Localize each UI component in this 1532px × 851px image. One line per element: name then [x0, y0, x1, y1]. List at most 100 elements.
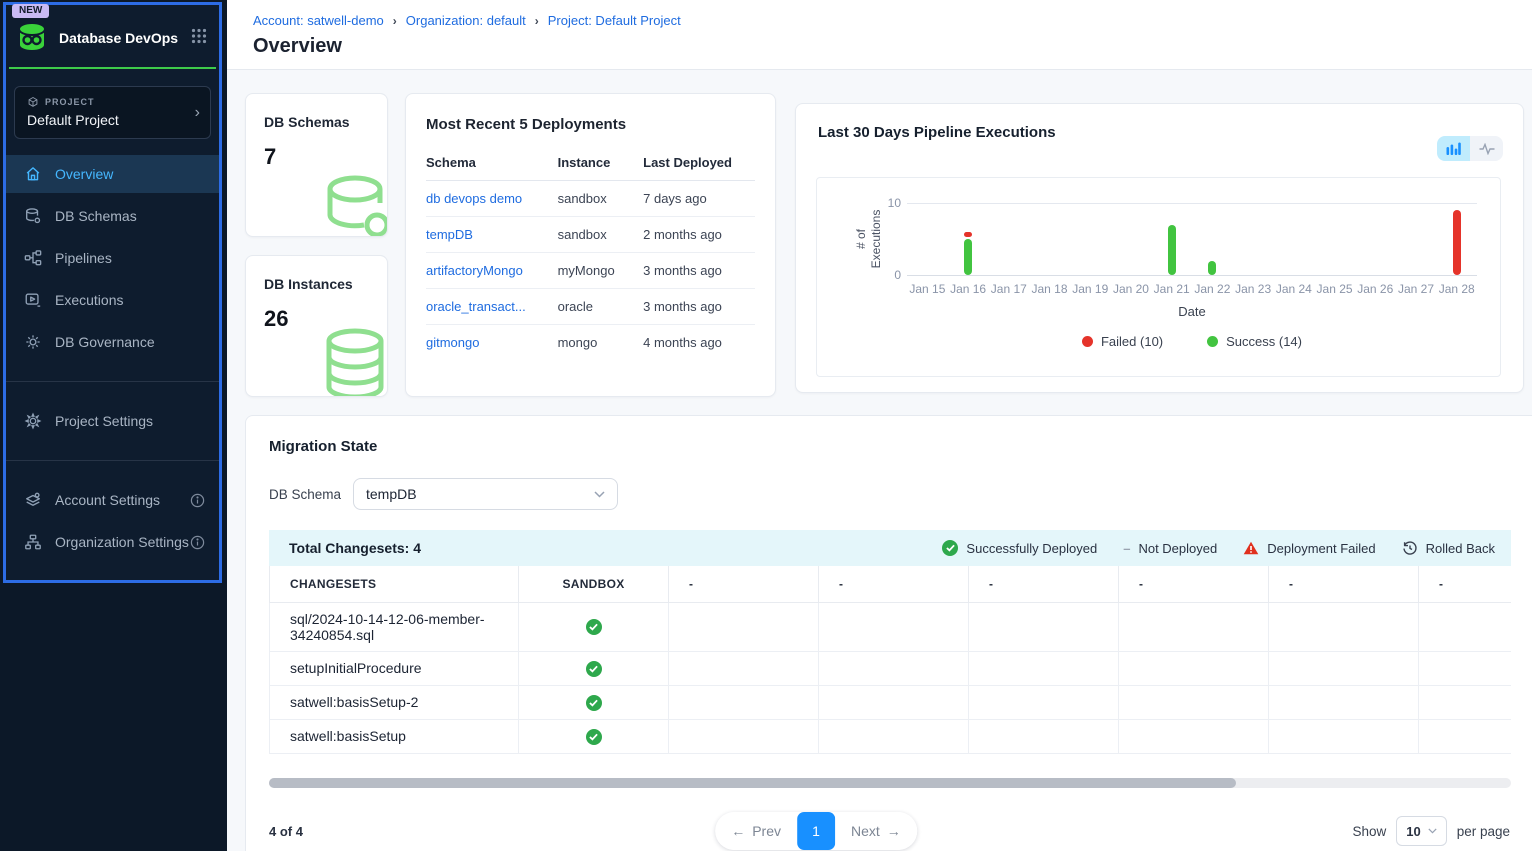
schema-link[interactable]: gitmongo [426, 335, 479, 350]
legend-deployment-failed: Deployment Failed [1243, 541, 1375, 556]
failed-dot-icon [1082, 336, 1093, 347]
sidebar-item-pipelines[interactable]: Pipelines [6, 239, 219, 277]
sidebar-item-label: Executions [55, 292, 123, 308]
per-page-select[interactable]: 10 [1396, 816, 1446, 846]
legend-rolled-back: Rolled Back [1402, 540, 1495, 556]
sidebar-item-db-governance[interactable]: DB Governance [6, 323, 219, 361]
chart-type-toggle [1437, 136, 1503, 161]
schema-link[interactable]: db devops demo [426, 191, 522, 206]
x-tick-label: Jan 17 [988, 282, 1029, 296]
bar-success-jan-21 [1168, 225, 1176, 275]
bar-slot-jan-18 [1029, 203, 1070, 275]
sidebar-divider [6, 381, 219, 382]
sidebar-item-project-settings[interactable]: Project Settings [6, 402, 219, 440]
schema-link[interactable]: artifactoryMongo [426, 263, 523, 278]
pager: ← Prev 1 Next → [715, 812, 917, 850]
next-label: Next [851, 823, 880, 839]
x-axis-ticks: Jan 15Jan 16Jan 17Jan 18Jan 19Jan 20Jan … [907, 282, 1477, 296]
status-legend: Successfully Deployed – Not Deployed [942, 540, 1511, 556]
breadcrumb-organization-link[interactable]: Organization: default [406, 13, 526, 28]
last-deployed-cell: 2 months ago [643, 217, 755, 253]
sidebar-item-db-schemas[interactable]: DB Schemas [6, 197, 219, 235]
bar-chart-toggle-icon[interactable] [1437, 136, 1470, 161]
breadcrumb: Account: satwell-demo › Organization: de… [253, 13, 1532, 28]
success-check-icon [586, 619, 602, 635]
chevron-down-icon [594, 491, 605, 498]
page-1-button[interactable]: 1 [797, 812, 835, 850]
sidebar-item-label: DB Governance [55, 334, 155, 350]
sidebar-item-label: Overview [55, 166, 113, 182]
breadcrumb-project-link[interactable]: Project: Default Project [548, 13, 681, 28]
sidebar-item-organization-settings[interactable]: Organization Settings [6, 523, 219, 561]
breadcrumb-separator-icon: › [393, 14, 397, 28]
sidebar-panel: NEW Database DevOps [3, 2, 222, 583]
bar-slot-jan-21 [1151, 203, 1192, 275]
prev-page-button[interactable]: ← Prev [715, 812, 797, 850]
bar-slot-jan-19 [1070, 203, 1111, 275]
bar-slot-jan-15 [907, 203, 948, 275]
info-icon[interactable] [190, 535, 205, 550]
project-selector[interactable]: PROJECT Default Project › [14, 86, 211, 139]
chart-legend: Failed (10) Success (14) [907, 334, 1477, 349]
brand-name: Database DevOps [59, 30, 191, 46]
table-row: oracle_transact... oracle 3 months ago [426, 289, 755, 325]
pipelines-icon [24, 249, 42, 267]
changesets-table-wrapper: CHANGESETS SANDBOX - - - - - - [269, 566, 1511, 754]
sidebar-item-overview[interactable]: Overview [6, 155, 219, 193]
legend-label: Rolled Back [1426, 541, 1495, 556]
rollback-icon [1402, 540, 1418, 556]
x-tick-label: Jan 26 [1355, 282, 1396, 296]
sidebar-item-executions[interactable]: Executions [6, 281, 219, 319]
last-deployed-cell: 4 months ago [643, 325, 755, 361]
sidebar-item-account-settings[interactable]: Account Settings [6, 481, 219, 519]
sandbox-status-cell [519, 719, 669, 753]
db-schemas-count: 7 [264, 144, 369, 170]
account-settings-icon [24, 491, 42, 509]
table-row: gitmongo mongo 4 months ago [426, 325, 755, 361]
total-changesets-label: Total Changesets: 4 [269, 540, 942, 556]
scrollbar-thumb[interactable] [269, 778, 1236, 788]
sandbox-status-cell [519, 602, 669, 651]
breadcrumb-account-link[interactable]: Account: satwell-demo [253, 13, 384, 28]
recent-deployments-card: Most Recent 5 Deployments Schema Instanc… [405, 93, 776, 397]
executions-icon [24, 291, 42, 309]
table-row: db devops demo sandbox 7 days ago [426, 181, 755, 217]
db-schemas-card: DB Schemas 7 [245, 93, 388, 237]
db-schema-select[interactable]: tempDB [353, 478, 618, 510]
bar-success-jan-16 [964, 239, 972, 275]
show-label: Show [1352, 824, 1386, 839]
y-tick-label: 10 [841, 196, 901, 210]
x-tick-label: Jan 22 [1192, 282, 1233, 296]
column-header-schema: Schema [426, 145, 558, 181]
legend-item-success: Success (14) [1207, 334, 1302, 349]
project-settings-gear-icon [24, 412, 42, 430]
recent-deployments-table: Schema Instance Last Deployed db devops … [426, 145, 755, 360]
x-tick-label: Jan 20 [1111, 282, 1152, 296]
column-header-instance: Instance [558, 145, 644, 181]
success-dot-icon [1207, 336, 1218, 347]
db-governance-icon [24, 333, 42, 351]
bar-slot-jan-27 [1396, 203, 1437, 275]
column-header-placeholder: - [969, 566, 1119, 602]
page-title: Overview [253, 35, 1532, 58]
apps-grid-icon[interactable] [191, 28, 207, 49]
schema-link[interactable]: oracle_transact... [426, 299, 526, 314]
db-instances-card-title: DB Instances [264, 276, 369, 292]
content-area: DB Schemas 7 DB Instances 26 [227, 70, 1532, 851]
column-header-sandbox: SANDBOX [519, 566, 669, 602]
table-row: satwell:basisSetup [270, 719, 1512, 753]
sidebar-item-label: Organization Settings [55, 534, 189, 550]
last-deployed-cell: 3 months ago [643, 253, 755, 289]
next-page-button[interactable]: Next → [835, 812, 917, 850]
info-icon[interactable] [190, 493, 205, 508]
database-cylinder-icon [321, 173, 388, 237]
legend-label: Successfully Deployed [966, 541, 1097, 556]
bar-slot-jan-28 [1436, 203, 1477, 275]
x-tick-label: Jan 21 [1151, 282, 1192, 296]
sidebar-item-label: DB Schemas [55, 208, 137, 224]
y-axis-title: # of Executions [854, 202, 884, 276]
line-chart-toggle-icon[interactable] [1470, 136, 1503, 161]
schema-link[interactable]: tempDB [426, 227, 473, 242]
instance-cell: mongo [558, 325, 644, 361]
warning-triangle-icon [1243, 541, 1259, 555]
